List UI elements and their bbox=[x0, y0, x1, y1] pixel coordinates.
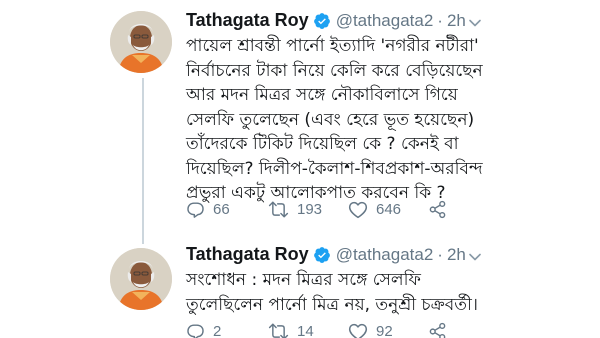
retweet-icon bbox=[268, 201, 289, 218]
reply-icon bbox=[187, 202, 204, 218]
avatar[interactable] bbox=[110, 11, 172, 73]
tweet-text: পায়েল শ্রাবন্তী পার্নো ইত্যাদি 'নগরীর ন… bbox=[186, 34, 486, 206]
chevron-down-icon[interactable] bbox=[468, 250, 482, 264]
chevron-down-icon[interactable] bbox=[468, 16, 482, 30]
tweet-text-line: তুলেছিলেন পার্নো মিত্র নয়, তনুশ্রী চক্র… bbox=[186, 294, 478, 315]
tweet-text-line: পায়েল শ্রাবন্তী পার্নো ইত্যাদি 'নগরীর ন… bbox=[186, 36, 479, 56]
retweet-icon bbox=[268, 323, 289, 338]
reply-icon bbox=[187, 324, 204, 338]
reply-count: 2 bbox=[213, 323, 222, 338]
separator-dot: · bbox=[437, 10, 443, 30]
tweet-header: Tathagata Roy @tathagata2 · 2h bbox=[186, 244, 466, 265]
tweet-text: সংশোধন : মদন মিত্রর সঙ্গে সেলফি তুলেছিলে… bbox=[186, 268, 486, 317]
timestamp[interactable]: 2h bbox=[447, 245, 466, 265]
verified-badge-icon bbox=[313, 12, 330, 29]
tweet[interactable]: Tathagata Roy @tathagata2 · 2h সংশোধন : … bbox=[0, 240, 600, 338]
share-button[interactable] bbox=[428, 200, 455, 219]
tweet-text-line: আর মদন মিত্রর সঙ্গে নৌকাবিলাসে গিয়ে bbox=[186, 85, 458, 105]
share-icon bbox=[429, 200, 446, 219]
reply-button[interactable]: 2 bbox=[186, 322, 268, 338]
like-button[interactable]: 646 bbox=[348, 200, 428, 219]
tweet-header: Tathagata Roy @tathagata2 · 2h bbox=[186, 10, 466, 31]
tweet-text-line: দিয়েছিল? দিলীপ-কৈলাশ-শিবপ্রকাশ-অরবিন্দ bbox=[186, 158, 483, 179]
tweet-text-line: নির্বাচনের টাকা নিয়ে কেলি করে বেড়িয়েছ… bbox=[186, 60, 483, 81]
author-handle[interactable]: @tathagata2 bbox=[336, 11, 434, 31]
reply-button[interactable]: 66 bbox=[186, 200, 268, 219]
tweet-text-line: সেলফি তুলেছেন (এবং হেরে ভূত হয়েছেন) bbox=[186, 109, 475, 130]
like-count: 92 bbox=[376, 323, 393, 338]
separator-dot: · bbox=[437, 244, 443, 264]
like-count: 646 bbox=[376, 201, 402, 218]
verified-badge-icon bbox=[313, 246, 330, 263]
like-icon bbox=[348, 323, 368, 338]
retweet-button[interactable]: 14 bbox=[268, 322, 348, 338]
tweet-actions: 66 193 646 bbox=[186, 200, 456, 219]
author-handle[interactable]: @tathagata2 bbox=[336, 245, 434, 265]
like-icon bbox=[348, 201, 368, 219]
author-name[interactable]: Tathagata Roy bbox=[186, 244, 309, 265]
retweet-button[interactable]: 193 bbox=[268, 200, 348, 219]
retweet-count: 193 bbox=[297, 201, 323, 218]
reply-count: 66 bbox=[213, 201, 230, 218]
tweet[interactable]: Tathagata Roy @tathagata2 · 2h পায়েল শ্… bbox=[0, 0, 600, 240]
tweet-text-line: তাঁদেরকে টিকিট দিয়েছিল কে ? কেনই বা bbox=[186, 134, 459, 154]
tweet-actions: 2 14 92 bbox=[186, 322, 456, 338]
timestamp[interactable]: 2h bbox=[447, 11, 466, 31]
avatar[interactable] bbox=[110, 248, 172, 310]
tweet-text-line: সংশোধন : মদন মিত্রর সঙ্গে সেলফি bbox=[186, 270, 421, 290]
author-name[interactable]: Tathagata Roy bbox=[186, 10, 309, 31]
share-button[interactable] bbox=[428, 322, 455, 338]
like-button[interactable]: 92 bbox=[348, 322, 428, 338]
retweet-count: 14 bbox=[297, 323, 314, 338]
share-icon bbox=[429, 322, 446, 338]
